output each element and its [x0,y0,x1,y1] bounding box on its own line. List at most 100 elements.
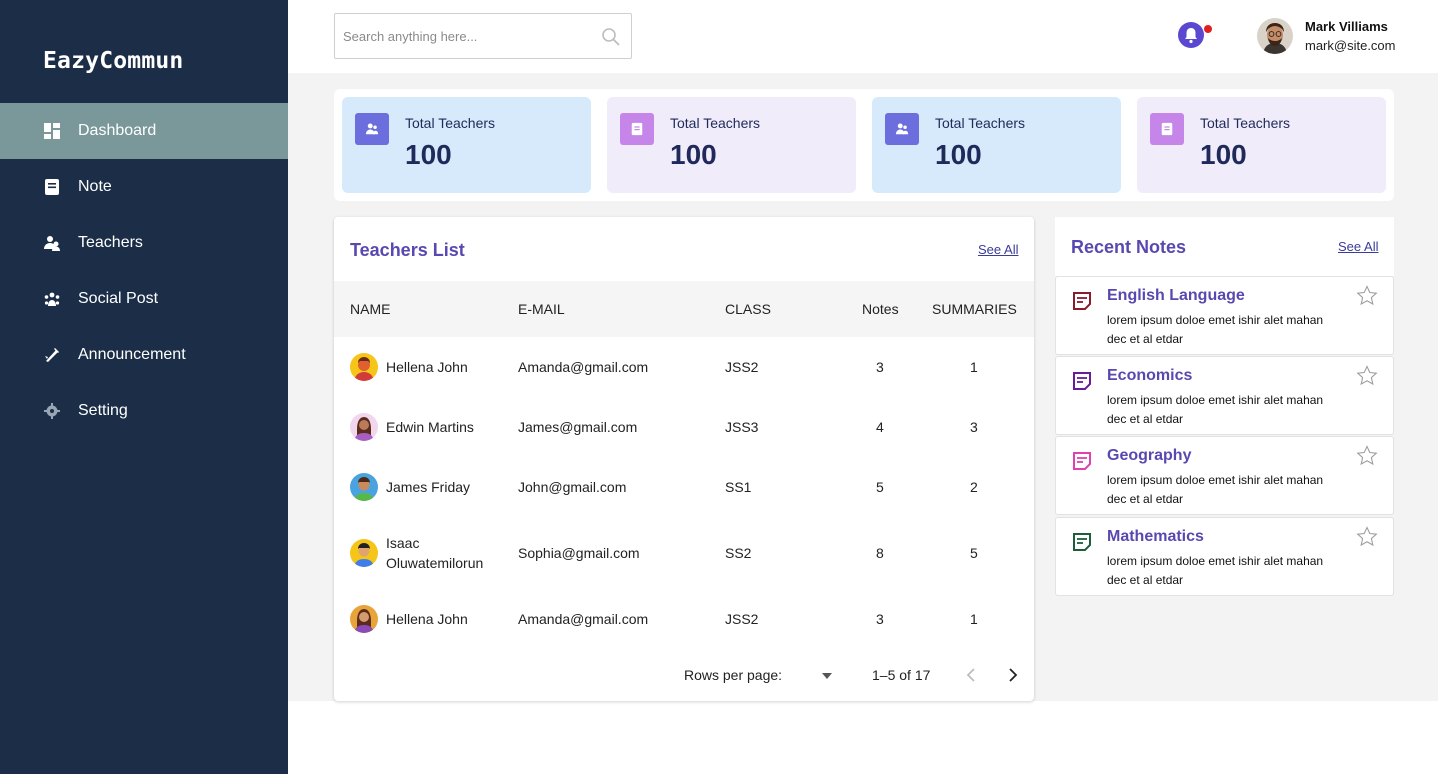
user-avatar[interactable] [1257,18,1293,54]
teacher-summaries: 2 [970,479,978,495]
note-title[interactable]: Economics [1107,367,1192,385]
teacher-class: JSS2 [725,359,759,375]
note-item[interactable]: Geography lorem ipsum doloe emet ishir a… [1055,436,1394,515]
teacher-name-line1: Isaac [386,535,420,551]
sidebar-nav: Dashboard Note Teachers Social Post Anno… [0,103,288,439]
teacher-notes: 4 [876,419,884,435]
note-icon [1073,372,1091,390]
note-icon [1073,292,1091,310]
note-title[interactable]: Geography [1107,447,1191,465]
sidebar-item-label: Note [78,178,112,195]
teacher-summaries: 1 [970,359,978,375]
avatar [350,413,378,441]
notes-see-all-link[interactable]: See All [1338,239,1378,254]
stat-value: 100 [935,139,982,170]
search-box [334,13,632,59]
sidebar-item-setting[interactable]: Setting [0,383,288,439]
teachers-icon [44,235,60,251]
rows-per-page-label: Rows per page: [684,667,783,683]
stat-label: Total Teachers [670,115,761,131]
notification-bell-icon[interactable] [1177,21,1205,49]
users-icon [885,113,919,145]
social-post-icon [44,291,60,307]
next-page-icon[interactable] [1004,666,1020,684]
search-icon[interactable] [601,27,621,47]
column-header-notes[interactable]: Notes [862,301,899,317]
search-input[interactable] [343,14,593,58]
avatar [350,353,378,381]
teacher-notes: 3 [876,359,884,375]
table-row[interactable]: Isaac Oluwatemilorun Sophia@gmail.com SS… [334,517,1034,589]
sidebar-item-label: Announcement [78,346,186,363]
avatar [350,605,378,633]
table-row[interactable]: Edwin Martins James@gmail.com JSS3 4 3 [334,397,1034,457]
teacher-class: SS2 [725,545,752,561]
teacher-summaries: 3 [970,419,978,435]
note-body: lorem ipsum doloe emet ishir alet mahan … [1107,393,1324,426]
sidebar-item-announcement[interactable]: Announcement [0,327,288,383]
pagination-range: 1–5 of 17 [872,667,931,683]
teacher-class: JSS2 [725,611,759,627]
note-item[interactable]: Economics lorem ipsum doloe emet ishir a… [1055,356,1394,435]
table-pagination: Rows per page: 1–5 of 17 [334,657,1034,693]
notification-dot [1204,25,1212,33]
sidebar-item-note[interactable]: Note [0,159,288,215]
sidebar-item-teachers[interactable]: Teachers [0,215,288,271]
note-icon [1150,113,1184,145]
column-header-class[interactable]: CLASS [725,301,771,317]
user-email: mark@site.com [1305,38,1396,53]
note-item[interactable]: Mathematics lorem ipsum doloe emet ishir… [1055,517,1394,596]
stat-label: Total Teachers [935,115,1026,131]
recent-notes-card: Recent Notes See All English Language lo… [1055,217,1394,597]
note-body: lorem ipsum doloe emet ishir alet mahan … [1107,313,1324,346]
stat-card: Total Teachers 100 [342,97,591,193]
table-row[interactable]: James Friday John@gmail.com SS1 5 2 [334,457,1034,517]
announcement-icon [44,347,60,363]
star-icon[interactable] [1356,445,1378,467]
note-item[interactable]: English Language lorem ipsum doloe emet … [1055,276,1394,355]
rows-per-page-dropdown-icon[interactable] [820,671,834,681]
teacher-email: John@gmail.com [518,479,627,495]
column-header-summaries[interactable]: SUMMARIES [932,301,1017,317]
table-header: NAME E-MAIL CLASS Notes SUMMARIES [334,281,1034,337]
star-icon[interactable] [1356,365,1378,387]
star-icon[interactable] [1356,285,1378,307]
stat-card: Total Teachers 100 [872,97,1121,193]
gear-icon [44,403,60,419]
teachers-list-title: Teachers List [350,240,465,260]
teacher-name-line2: Oluwatemilorun [386,555,484,571]
table-row[interactable]: Hellena John Amanda@gmail.com JSS2 3 1 [334,337,1034,397]
sidebar-item-label: Dashboard [78,122,157,139]
teachers-list-card: Teachers List See All NAME E-MAIL CLASS … [334,217,1034,701]
note-title[interactable]: English Language [1107,287,1245,305]
teacher-email: Amanda@gmail.com [518,611,649,627]
star-icon[interactable] [1356,526,1378,548]
stat-label: Total Teachers [1200,115,1291,131]
column-header-name[interactable]: NAME [350,301,390,317]
teachers-see-all-link[interactable]: See All [978,242,1018,257]
teacher-email: James@gmail.com [518,419,638,435]
teacher-summaries: 1 [970,611,978,627]
stat-value: 100 [405,139,452,170]
users-icon [355,113,389,145]
dashboard-icon [44,123,60,139]
sidebar-item-social-post[interactable]: Social Post [0,271,288,327]
teacher-email: Amanda@gmail.com [518,359,649,375]
sidebar-item-label: Setting [78,402,128,419]
table-row[interactable]: Hellena John Amanda@gmail.com JSS2 3 1 [334,589,1034,649]
teacher-class: SS1 [725,479,752,495]
avatar [350,473,378,501]
note-icon [1073,452,1091,470]
teacher-name: James Friday [386,479,471,495]
note-title[interactable]: Mathematics [1107,528,1204,546]
stat-value: 100 [1200,139,1247,170]
sidebar-item-dashboard[interactable]: Dashboard [0,103,288,159]
stats-panel: Total Teachers 100 Total Teachers 100 To… [334,89,1394,201]
note-icon [620,113,654,145]
column-header-email[interactable]: E-MAIL [518,301,565,317]
previous-page-icon[interactable] [964,666,980,684]
user-name: Mark Villiams [1305,19,1388,34]
teacher-email: Sophia@gmail.com [518,545,640,561]
teacher-name: Hellena John [386,359,468,375]
sidebar: EazyCommun Dashboard Note Teachers Socia… [0,0,288,774]
